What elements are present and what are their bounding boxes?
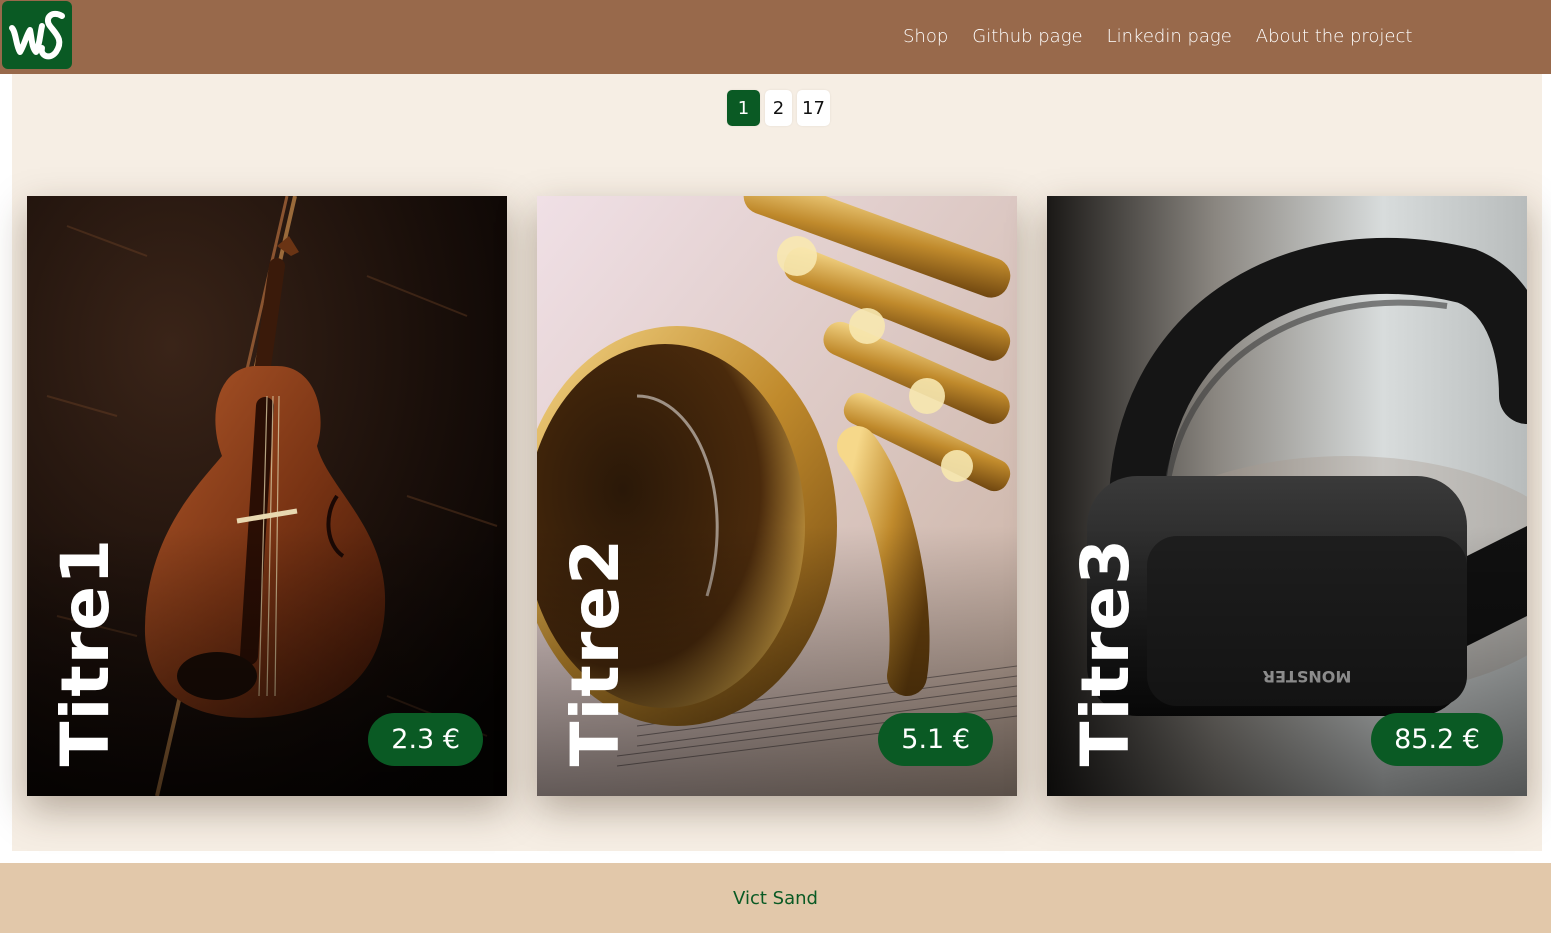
nav-about-link[interactable]: About the project [1256, 25, 1413, 49]
product-card[interactable]: Titre1 2.3 € [27, 196, 507, 796]
pagination: 1 2 17 [727, 90, 830, 126]
page-button-2[interactable]: 2 [765, 90, 792, 126]
site-footer: Vict Sand [0, 863, 1551, 933]
page-button-1[interactable]: 1 [727, 90, 760, 126]
footer-author[interactable]: Vict Sand [733, 888, 818, 909]
main-nav: Shop Github page Linkedin page About the… [903, 25, 1436, 49]
product-card[interactable]: Titre2 5.1 € [537, 196, 1017, 796]
product-title: Titre1 [47, 537, 124, 766]
product-title: Titre2 [557, 537, 634, 766]
page-button-17[interactable]: 17 [797, 90, 830, 126]
site-logo[interactable] [2, 1, 72, 69]
price-badge: 2.3 € [368, 713, 483, 766]
product-card[interactable]: MONSTER Titre3 85.2 € [1047, 196, 1527, 796]
nav-linkedin-link[interactable]: Linkedin page [1107, 25, 1232, 49]
price-badge: 5.1 € [878, 713, 993, 766]
logo-icon [9, 10, 65, 60]
nav-github-link[interactable]: Github page [972, 25, 1082, 49]
nav-shop-link[interactable]: Shop [903, 25, 948, 49]
top-navbar: Shop Github page Linkedin page About the… [0, 0, 1551, 74]
product-grid-section: 1 2 17 Titre1 2.3 € Titre2 5.1 € Titre3 … [12, 74, 1542, 851]
price-badge: 85.2 € [1371, 713, 1503, 766]
product-title: Titre3 [1067, 537, 1144, 766]
